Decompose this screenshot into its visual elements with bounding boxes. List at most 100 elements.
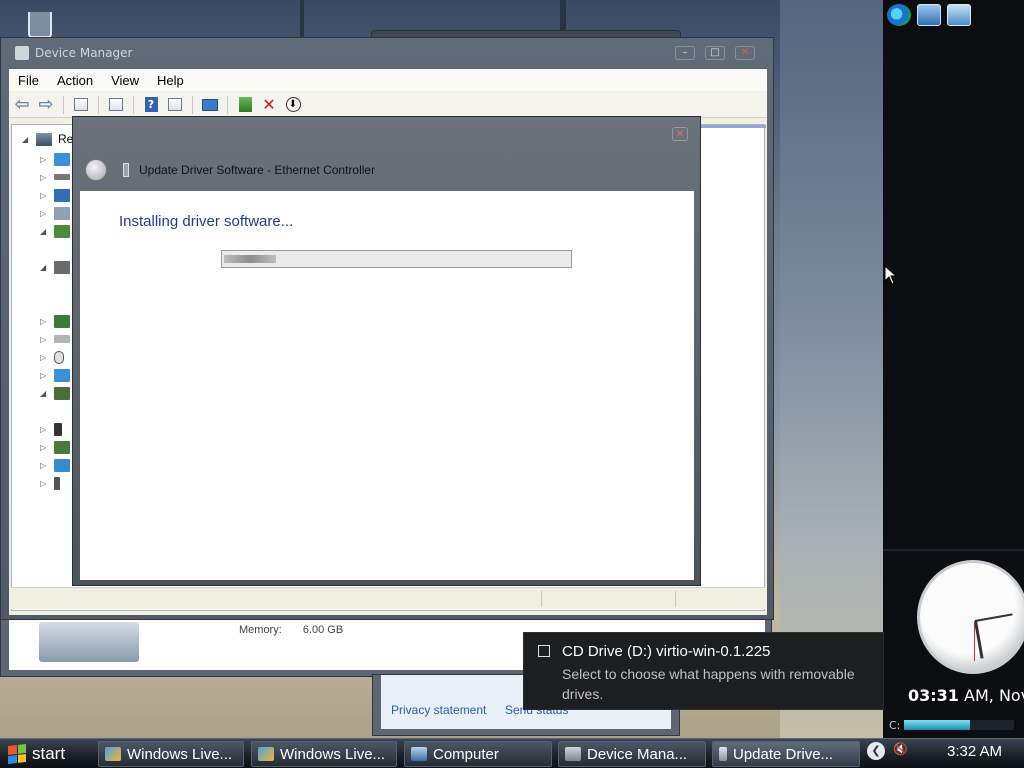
collapse-icon[interactable]: ◢	[40, 389, 48, 398]
tree-item[interactable]: ▷	[40, 187, 70, 203]
update-driver-button[interactable]	[236, 96, 254, 114]
taskbar-item-update-driver[interactable]: Update Drive...	[712, 741, 860, 767]
cpu-meter-fill	[904, 720, 971, 730]
expand-icon[interactable]: ▷	[40, 443, 48, 452]
privacy-statement-link[interactable]: Privacy statement	[391, 703, 486, 717]
keyboard-icon	[54, 335, 70, 343]
expand-icon[interactable]: ▷	[40, 155, 48, 164]
update-driver-icon	[238, 97, 252, 112]
toolbar-separator	[63, 95, 64, 114]
menu-action[interactable]: Action	[48, 73, 102, 88]
switch-windows-icon[interactable]	[947, 4, 971, 26]
expand-icon[interactable]: ▷	[40, 191, 48, 200]
dialog-heading: Installing driver software...	[119, 213, 294, 230]
status-bar	[11, 587, 765, 609]
properties-icon	[109, 98, 123, 111]
taskbar-item-computer[interactable]: Computer	[404, 741, 552, 767]
menu-file[interactable]: File	[9, 73, 48, 88]
port-icon	[54, 422, 62, 436]
tree-item[interactable]: ▷	[40, 439, 70, 455]
collapse-icon[interactable]: ◢	[40, 263, 48, 272]
chip-icon	[54, 314, 70, 328]
start-button[interactable]: start	[2, 741, 88, 767]
dialog-close-button[interactable]: ✕	[672, 127, 688, 141]
ethernet-device-icon	[719, 747, 727, 761]
taskbar-item-label: Update Drive...	[733, 745, 834, 763]
collapse-icon[interactable]: ◢	[40, 227, 48, 236]
expand-icon[interactable]: ▷	[40, 209, 48, 218]
cpu-meter-bar	[904, 720, 1015, 730]
taskbar-clock[interactable]: 3:32 AM	[947, 743, 1002, 760]
taskbar-item-windows-live-2[interactable]: Windows Live...	[251, 741, 397, 767]
expand-icon[interactable]: ▷	[40, 173, 48, 182]
tree-item[interactable]: ◢	[40, 223, 70, 239]
tree-item[interactable]: ▷	[40, 457, 70, 473]
disable-device-button[interactable]: ⬇	[284, 96, 302, 114]
expand-icon[interactable]: ▷	[40, 479, 48, 488]
disk-drive-icon	[54, 174, 70, 180]
status-divider	[541, 591, 542, 607]
tree-item[interactable]: ▷	[40, 313, 70, 329]
removable-drive-notification[interactable]: CD Drive (D:) virtio-win-0.1.225 Select …	[523, 632, 884, 710]
tree-item[interactable]: ▷	[40, 421, 62, 437]
menu-help[interactable]: Help	[148, 73, 193, 88]
tree-item[interactable]: ▷	[40, 367, 70, 383]
expand-icon[interactable]: ▷	[40, 461, 48, 470]
tree-root[interactable]: ◢ Ret	[22, 131, 77, 147]
display-adapter-icon	[54, 188, 70, 202]
close-button[interactable]: ✕	[735, 46, 755, 60]
device-manager-icon	[15, 46, 29, 60]
memory-info: Memory: 6.00 GB	[239, 624, 343, 636]
desktop-background-beam	[300, 0, 304, 40]
clock-minute-hand	[974, 613, 1013, 622]
minimize-button[interactable]: –	[675, 46, 695, 60]
back-button[interactable]	[85, 159, 107, 181]
help-button[interactable]: ?	[142, 96, 160, 114]
action-pane-button[interactable]	[166, 96, 184, 114]
back-arrow-icon[interactable]: ⇦	[13, 94, 31, 115]
ethernet-device-icon	[123, 163, 129, 177]
scan-hardware-button[interactable]	[201, 96, 219, 114]
computer-monitor-icon	[39, 622, 139, 662]
cpu-meter-label: C:	[889, 718, 901, 732]
expand-icon[interactable]: ▷	[40, 317, 48, 326]
clock-gadget[interactable]	[917, 560, 1024, 674]
recycle-bin-icon[interactable]	[20, 6, 60, 38]
menu-view[interactable]: View	[102, 73, 148, 88]
taskbar-item-device-manager[interactable]: Device Mana...	[558, 741, 706, 767]
collapse-icon[interactable]: ◢	[22, 135, 30, 144]
tree-selection-line	[694, 125, 766, 128]
processor-icon	[54, 440, 70, 454]
window-titlebar: Device Manager	[15, 46, 132, 60]
tree-item[interactable]: ▷	[40, 151, 70, 167]
expand-icon[interactable]: ▷	[40, 425, 48, 434]
taskbar-item-label: Windows Live...	[280, 745, 386, 763]
expand-icon[interactable]: ▷	[40, 335, 48, 344]
display-icon	[54, 152, 70, 166]
tree-item[interactable]: ▷	[40, 205, 70, 221]
taskbar-item-windows-live-1[interactable]: Windows Live...	[98, 741, 244, 767]
maximize-button[interactable]: □	[705, 46, 725, 60]
toolbar-separator	[98, 95, 99, 114]
tree-item[interactable]: ▷	[40, 331, 70, 347]
expand-icon[interactable]: ▷	[40, 371, 48, 380]
properties-button[interactable]	[107, 96, 125, 114]
edge-browser-icon[interactable]	[887, 4, 911, 26]
dialog-content: Installing driver software...	[80, 191, 694, 580]
cd-drive-icon	[538, 645, 550, 657]
tree-item[interactable]: ▷	[40, 475, 60, 491]
forward-arrow-icon[interactable]: ⇨	[37, 94, 55, 115]
tree-item[interactable]: ▷	[40, 349, 64, 365]
tree-item[interactable]: ◢	[40, 385, 70, 401]
volume-muted-icon[interactable]: 🔇	[893, 742, 908, 756]
tree-item[interactable]: ◢	[40, 259, 70, 275]
show-hidden-icons-button[interactable]: ❮	[867, 742, 885, 760]
notification-title: CD Drive (D:) virtio-win-0.1.225	[562, 643, 771, 660]
tree-item[interactable]: ▷	[40, 169, 70, 185]
window-title: Device Manager	[35, 46, 133, 60]
unknown-device-icon	[54, 386, 70, 400]
expand-icon[interactable]: ▷	[40, 353, 48, 362]
show-hide-console-tree-button[interactable]	[72, 96, 90, 114]
show-desktop-icon[interactable]	[917, 4, 941, 26]
uninstall-icon[interactable]: ✕	[260, 95, 278, 114]
